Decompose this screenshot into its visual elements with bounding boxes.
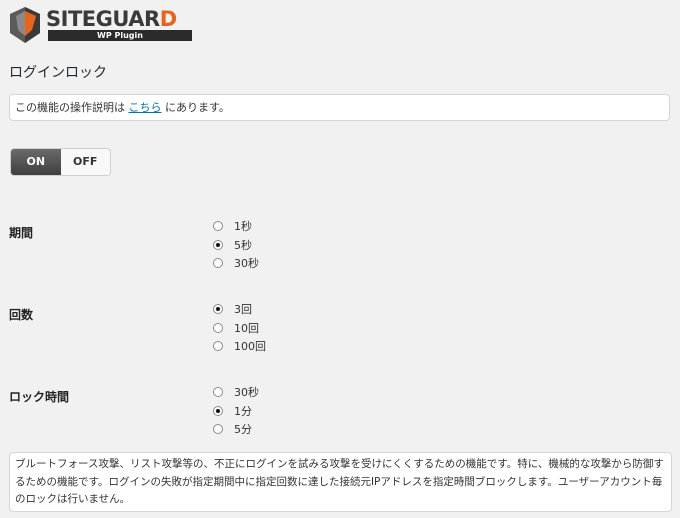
description-box: ブルートフォース攻撃、リスト攻撃等の、不正にログインを試みる攻撃を受けにくくする… (9, 452, 672, 512)
logo-wordmark: SITEGUARD (46, 7, 177, 31)
toggle-off-button[interactable]: OFF (60, 149, 110, 175)
description-text: ブルートフォース攻撃、リスト攻撃等の、不正にログインを試みる攻撃を受けにくくする… (15, 458, 664, 505)
page-title: ログインロック (9, 65, 107, 81)
radio-button[interactable] (213, 387, 223, 398)
info-prefix: この機能の操作説明は (15, 101, 129, 114)
period-label: 期間 (9, 226, 34, 240)
radio-label: 30秒 (234, 386, 259, 400)
siteguard-logo: SITEGUARD WP Plugin (8, 6, 192, 44)
info-box: この機能の操作説明は こちら にあります。 (9, 94, 670, 121)
radio-button[interactable] (213, 424, 223, 435)
radio-button[interactable] (213, 341, 223, 352)
radio-option[interactable]: 30秒 (213, 254, 259, 273)
radio-label: 10回 (234, 321, 259, 335)
radio-button[interactable] (213, 239, 223, 250)
count-label: 回数 (9, 308, 34, 322)
radio-button[interactable] (213, 405, 223, 416)
on-off-toggle[interactable]: ON OFF (10, 148, 111, 176)
radio-label: 1秒 (234, 220, 252, 234)
info-suffix: にあります。 (161, 101, 230, 114)
radio-option[interactable]: 30秒 (213, 383, 259, 402)
radio-option[interactable]: 100回 (213, 337, 266, 356)
toggle-on-button[interactable]: ON (11, 149, 61, 175)
radio-option[interactable]: 1分 (213, 402, 259, 421)
lock-time-label: ロック時間 (9, 390, 70, 404)
radio-option[interactable]: 10回 (213, 319, 266, 338)
help-link[interactable]: こちら (129, 101, 162, 114)
radio-label: 1分 (234, 404, 252, 418)
radio-option[interactable]: 5秒 (213, 236, 259, 255)
radio-button[interactable] (213, 258, 223, 269)
radio-label: 30秒 (234, 257, 259, 271)
radio-button[interactable] (213, 304, 223, 315)
radio-button[interactable] (213, 322, 223, 333)
shield-logo-icon (10, 7, 40, 43)
radio-label: 3回 (234, 303, 252, 317)
radio-option[interactable]: 1秒 (213, 217, 259, 236)
radio-button[interactable] (213, 221, 223, 232)
radio-option[interactable]: 5分 (213, 420, 259, 439)
radio-option[interactable]: 3回 (213, 300, 266, 319)
logo-subtitle: WP Plugin (48, 30, 192, 41)
radio-label: 100回 (234, 340, 266, 354)
lock-time-radio-group: 30秒 1分 5分 (213, 383, 259, 439)
radio-label: 5分 (234, 423, 252, 437)
radio-label: 5秒 (234, 238, 252, 252)
count-radio-group: 3回 10回 100回 (213, 300, 266, 356)
period-radio-group: 1秒 5秒 30秒 (213, 217, 259, 273)
